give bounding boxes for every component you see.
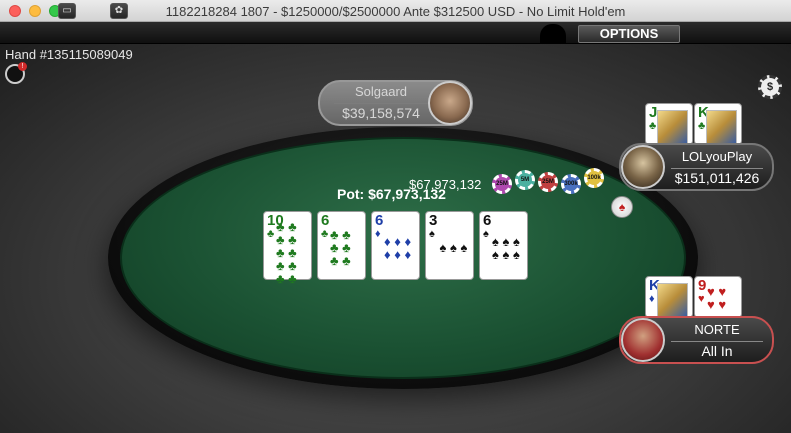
- color-wheel-icon[interactable]: ✿: [110, 3, 128, 19]
- chip-stack: 25M: [538, 172, 558, 192]
- card-pips: ♣ ♣ ♣ ♣ ♣ ♣: [330, 227, 351, 268]
- card-pips: ♥ ♥ ♥ ♥: [707, 284, 727, 312]
- hero-divider: [671, 341, 763, 342]
- seat-right-card-1: J ♣: [645, 103, 693, 145]
- hero-card-2: 9 ♥ ♥ ♥ ♥ ♥: [694, 276, 742, 318]
- chip-stack: 300k: [561, 174, 581, 194]
- card-pips: ♠ ♠ ♠: [439, 240, 468, 255]
- seat-right-card-2: K ♣: [694, 103, 742, 145]
- king-face-icon: [706, 110, 737, 144]
- chip-stack: 100k: [584, 168, 604, 188]
- notification-badge: !: [18, 62, 27, 71]
- king-face-icon: [657, 283, 688, 317]
- board-card-1: 10 ♣ ♣ ♣ ♣ ♣ ♣ ♣ ♣ ♣ ♣ ♣: [263, 211, 312, 286]
- card-suit: ♦: [649, 293, 655, 305]
- seat-right-stack: $151,011,426: [674, 170, 760, 186]
- card-suit: ♥: [698, 293, 705, 305]
- hero-name: NORTE: [694, 322, 740, 337]
- board-card-2: 6 ♣ ♣ ♣ ♣ ♣ ♣ ♣: [317, 211, 366, 280]
- hero-card-1: K ♦: [645, 276, 693, 318]
- card-pips: ♠ ♠ ♠ ♠ ♠ ♠: [492, 233, 520, 262]
- card-suit: ♣: [698, 120, 706, 132]
- card-suit: ♠: [429, 228, 435, 240]
- seat-top-stack: $39,158,574: [342, 105, 420, 121]
- card-suit: ♣: [649, 120, 657, 132]
- seat-right-name: LOLyouPlay: [681, 149, 753, 164]
- card-pips: ♦ ♦ ♦ ♦ ♦ ♦: [384, 233, 412, 262]
- hand-history-icon[interactable]: !: [5, 62, 27, 84]
- card-rank: 6: [483, 212, 492, 229]
- options-button[interactable]: OPTIONS: [578, 25, 680, 43]
- chip-stack: 25M: [492, 174, 512, 194]
- card-suit: ♦: [375, 228, 381, 240]
- card-rank: 9: [698, 277, 707, 294]
- seat-top-divider: [334, 103, 429, 104]
- card-rank: 6: [375, 212, 384, 229]
- card-pips: ♣ ♣ ♣ ♣ ♣ ♣ ♣ ♣ ♣ ♣: [276, 219, 297, 286]
- jack-face-icon: [657, 110, 688, 144]
- hero-avatar: [621, 318, 665, 362]
- card-suit: ♣: [267, 228, 275, 240]
- hero-status: All In: [701, 343, 733, 359]
- seat-top-name: Solgaard: [354, 84, 408, 99]
- card-suit: ♣: [321, 228, 329, 240]
- card-rank: 6: [321, 212, 330, 229]
- seat-right-divider: [671, 168, 763, 169]
- card-rank: 3: [429, 212, 438, 229]
- card-suit: ♠: [483, 228, 489, 240]
- cashier-chip-icon[interactable]: $: [758, 75, 782, 99]
- board-card-4: 3 ♠ ♠ ♠ ♠: [425, 211, 474, 280]
- toolbar-tab-notch[interactable]: [540, 24, 566, 44]
- bet-amount: $67,973,132: [409, 177, 482, 192]
- board-card-5: 6 ♠ ♠ ♠ ♠ ♠ ♠ ♠: [479, 211, 528, 280]
- board-card-3: 6 ♦ ♦ ♦ ♦ ♦ ♦ ♦: [371, 211, 420, 280]
- seat-right-avatar: [621, 145, 665, 189]
- tile-windows-icon[interactable]: ▭: [58, 3, 76, 19]
- hand-id-label[interactable]: Hand #135115089049: [5, 47, 133, 62]
- dealer-button: ♠: [611, 196, 633, 218]
- chip-stack: 5M: [515, 170, 535, 190]
- seat-top-avatar: [428, 81, 472, 125]
